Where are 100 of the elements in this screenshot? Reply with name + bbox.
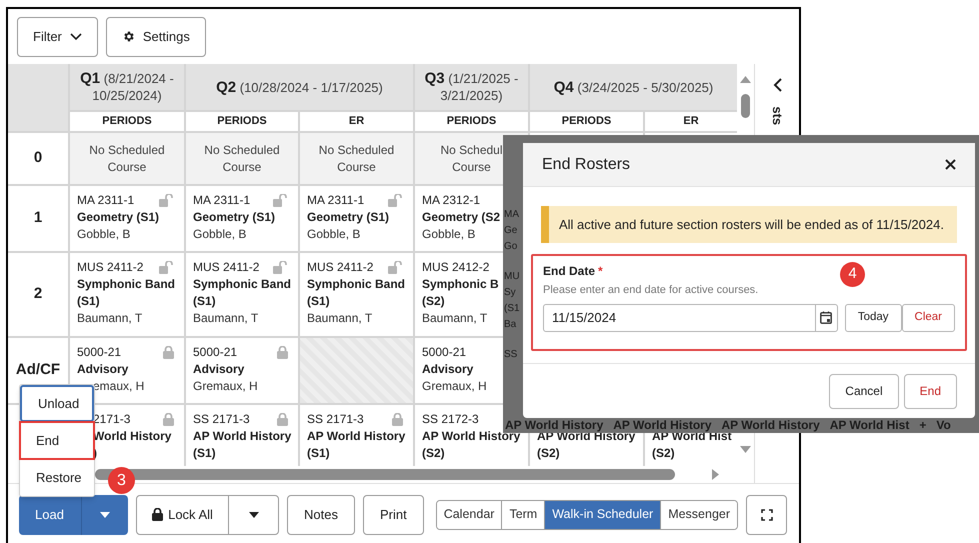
padlock-icon[interactable] (277, 413, 288, 426)
step-badge: 4 (840, 262, 865, 287)
scroll-down-arrow-icon (740, 446, 751, 453)
padlock-icon[interactable] (392, 413, 403, 426)
faded-text: MU (504, 270, 520, 284)
row-label: 0 (8, 133, 68, 184)
course-name: Symphonic Band (S1) (193, 276, 292, 310)
load-split-button[interactable]: Load (19, 494, 128, 534)
unlocked-padlock-icon[interactable] (273, 194, 288, 207)
faded-text: Go (504, 240, 518, 254)
teacher-name: Gobble, B (77, 226, 130, 243)
chevron-left-icon (772, 78, 782, 92)
lock-all-split-button[interactable]: Lock All (136, 494, 279, 534)
column-header: ER (645, 112, 737, 131)
today-button[interactable]: Today (844, 304, 902, 332)
teacher-name: emaux, H (92, 378, 144, 395)
teacher-name: Gobble, B (193, 226, 246, 243)
no-course-text: No Scheduled Course (204, 142, 280, 176)
toolbar-button[interactable]: Notes (287, 494, 355, 534)
view-tab[interactable]: Walk-in Scheduler (544, 500, 660, 528)
term-header: Q2 (10/28/2024 - 1/17/2025) (186, 64, 413, 110)
section-code: MUS 2412-2 (422, 259, 490, 276)
scrollbar-thumb[interactable] (741, 94, 750, 118)
close-icon (945, 159, 956, 170)
end-button[interactable]: End (904, 374, 957, 408)
unlocked-padlock-icon[interactable] (159, 194, 174, 207)
toolbar-button[interactable]: Print (362, 494, 424, 534)
unlocked-padlock-icon[interactable] (388, 261, 403, 274)
caret-down-icon (100, 512, 110, 518)
course-name: Advisory (422, 361, 474, 378)
teacher-name: Gobble, B (307, 226, 360, 243)
teacher-name: Gremaux, H (193, 378, 258, 395)
clear-button[interactable]: Clear (902, 304, 955, 332)
section-code: MA 2311-1 (77, 192, 134, 209)
faded-text: AP World History (613, 418, 712, 433)
section-code: MUS 2411-2 (307, 259, 374, 276)
course-name: Geometry (S1) (307, 209, 390, 226)
padlock-icon[interactable] (163, 346, 174, 359)
no-course-text: No Scheduled Course (89, 142, 165, 176)
teacher-name: Baumann, T (77, 310, 142, 327)
unlocked-padlock-icon[interactable] (388, 194, 403, 207)
course-name: Symphonic B (S2) (422, 276, 499, 310)
fullscreen-button[interactable] (746, 494, 788, 534)
course-name: Symphonic Band (S1) (77, 276, 176, 310)
no-course-text: No Schedul Course (440, 142, 503, 176)
faded-text: (S1 (504, 302, 520, 316)
course-name: AP World History (S1) (307, 428, 406, 462)
course-name: Advisory (193, 361, 244, 378)
scroll-right-arrow-icon (712, 469, 719, 480)
section-code: MUS 2411-2 (193, 259, 260, 276)
term-header: Q4 (3/24/2025 - 5/30/2025) (530, 64, 737, 110)
section-code: 5000-21 (422, 344, 466, 361)
menu-item[interactable]: Restore (20, 459, 94, 496)
cancel-button[interactable]: Cancel (829, 374, 899, 408)
faded-text: Ba (504, 318, 516, 332)
section-code: SS 2171-3 (307, 411, 364, 428)
required-mark: * (598, 263, 603, 280)
faded-text: SS (504, 348, 518, 362)
header-corner (8, 64, 68, 131)
course-name: Geometry (S2 (422, 209, 500, 226)
help-text: Please enter an end date for active courses. (543, 283, 758, 298)
faded-text: AP World Hist (830, 418, 910, 433)
column-header: PERIODS (70, 112, 184, 131)
menu-item[interactable]: End (20, 422, 94, 459)
date-input[interactable]: 11/15/2024 (543, 304, 838, 332)
teacher-name: Gremaux, H (422, 378, 487, 395)
teacher-name: Baumann, T (193, 310, 258, 327)
course-name: Symphonic Band (S1) (307, 276, 406, 310)
modal-title: End Rosters (542, 154, 630, 174)
no-course-text: No Scheduled Course (318, 142, 394, 176)
faded-text: AP World History (722, 418, 820, 433)
teacher-name: Baumann, T (307, 310, 372, 327)
column-header: PERIODS (186, 112, 298, 131)
panel-label: sts (768, 106, 786, 126)
caret-down-icon (248, 512, 258, 518)
course-name: Geometry (S1) (193, 209, 276, 226)
term-header: Q1 (8/21/2024 - 10/25/2024) (70, 64, 184, 110)
padlock-icon[interactable] (277, 346, 288, 359)
column-header: PERIODS (415, 112, 528, 131)
settings-icon (122, 30, 135, 43)
row-label: 2 (8, 253, 68, 336)
section-code: 5000-21 (77, 344, 122, 361)
view-tab[interactable]: Messenger (660, 500, 738, 528)
scroll-up-arrow-icon (740, 76, 751, 83)
faded-text: + (919, 418, 926, 433)
section-code: MA 2311-1 (307, 192, 364, 209)
teacher-name: Gobble, B (422, 226, 476, 243)
settings-button[interactable]: Settings (106, 16, 206, 56)
padlock-icon[interactable] (163, 413, 174, 426)
unlocked-padlock-icon[interactable] (273, 261, 288, 274)
field-label: End Date (543, 263, 596, 280)
teacher-name: Baumann, T (422, 310, 488, 327)
column-header: PERIODS (530, 112, 643, 131)
section-code: MA 2312-1 (422, 192, 480, 209)
calendar-icon (820, 311, 832, 324)
course-name: AP World History (S2) (422, 429, 520, 462)
filter-button[interactable]: Filter (17, 16, 98, 56)
unlocked-padlock-icon[interactable] (159, 261, 174, 274)
section-code: MA 2311-1 (193, 192, 250, 209)
course-name: Geometry (S1) (77, 209, 160, 226)
